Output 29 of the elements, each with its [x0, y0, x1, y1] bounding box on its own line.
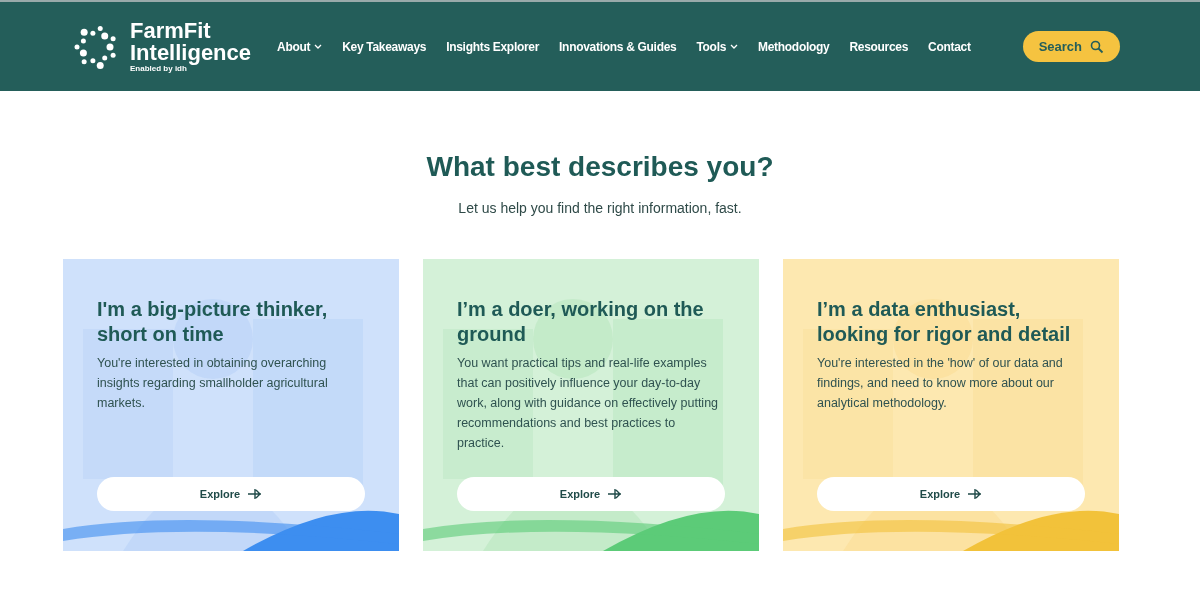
- search-icon: [1090, 39, 1104, 54]
- chevron-down-icon: [730, 43, 739, 50]
- chevron-down-icon: [314, 43, 323, 50]
- search-button[interactable]: Search: [1022, 31, 1120, 62]
- page-subtitle: Let us help you find the right information, fast.: [458, 199, 742, 218]
- card-description: You want practical tips and real-life examples that can positively influence your day-to-day work, along with guidance on effectively putting recommendations and best practices to practice.: [457, 355, 720, 452]
- logo-tagline: Enabled by idh: [130, 65, 187, 73]
- nav-link[interactable]: Innovations & Guides: [559, 37, 677, 56]
- card-title: I’m a data enthusiast, looking for rigor and detail: [817, 297, 1072, 347]
- nav-link[interactable]: Resources: [849, 37, 909, 56]
- nav-link[interactable]: Tools: [696, 37, 739, 56]
- nav-link[interactable]: Key Takeaways: [342, 37, 427, 56]
- card-title: I’m a doer, working on the ground: [457, 297, 705, 347]
- page-title: What best describes you?: [426, 150, 774, 184]
- nav-link[interactable]: Methodology: [758, 37, 830, 56]
- explore-button[interactable]: Explore: [457, 477, 725, 511]
- arrow-right-icon: [248, 489, 263, 499]
- nav-link[interactable]: Insights Explorer: [446, 37, 540, 56]
- arrow-right-icon: [608, 489, 623, 499]
- card-description: You're interested in the 'how' of our data and findings, and need to know more about our analytical methodology.: [817, 355, 1064, 412]
- card-description: You're interested in obtaining overarching insights regarding smallholder agricultural markets.: [97, 355, 329, 412]
- logo-name: Intelligence: [130, 42, 252, 64]
- nav-link[interactable]: Contact: [928, 37, 971, 56]
- logo-name: FarmFit: [130, 20, 212, 42]
- explore-button[interactable]: Explore: [817, 477, 1085, 511]
- card-title: I'm a big-picture thinker, short on time: [97, 297, 329, 347]
- arrow-right-icon: [968, 489, 983, 499]
- nav-link[interactable]: About: [277, 37, 323, 56]
- explore-button[interactable]: Explore: [97, 477, 365, 511]
